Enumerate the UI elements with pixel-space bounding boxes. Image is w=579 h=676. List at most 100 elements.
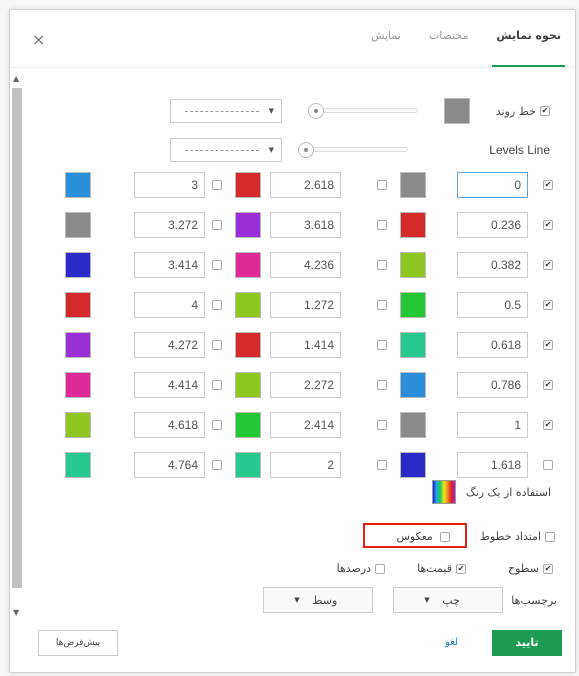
level-value-input[interactable]: 2 (270, 452, 341, 478)
level-value-input[interactable]: 1.618 (457, 452, 528, 478)
level-value-input[interactable]: 0 (457, 172, 528, 198)
level-value-input[interactable]: 3.272 (134, 212, 205, 238)
percents-checkbox[interactable] (375, 563, 386, 574)
single-color-row: استفاده از یک رنگ (431, 480, 551, 504)
level-color-swatch[interactable] (65, 252, 91, 278)
level-checkbox[interactable] (543, 260, 553, 270)
level-value-input[interactable]: 0.786 (457, 372, 528, 398)
level-checkbox[interactable] (543, 380, 553, 390)
level-color-swatch[interactable] (65, 412, 91, 438)
trend-line-color-swatch[interactable] (443, 98, 470, 124)
level-color-swatch[interactable] (400, 452, 426, 478)
trend-line-width-slider[interactable] (307, 103, 418, 119)
level-color-swatch[interactable] (235, 332, 261, 358)
level-value-input[interactable]: 2.414 (270, 412, 341, 438)
labels-horizontal-select[interactable]: ▼ چپ (393, 587, 504, 613)
level-color-swatch[interactable] (65, 332, 91, 358)
level-color-swatch[interactable] (235, 292, 261, 318)
levels-line-style-select[interactable]: ▼ (170, 138, 282, 162)
extend-lines-checkbox[interactable] (545, 531, 555, 542)
level-value-input[interactable]: 3.618 (270, 212, 341, 238)
level-checkbox[interactable] (543, 340, 553, 350)
labels-vertical-select[interactable]: ▼ وسط (263, 587, 374, 613)
single-color-label: استفاده از یک رنگ (465, 485, 551, 499)
level-value-input[interactable]: 3.414 (134, 252, 205, 278)
level-color-swatch[interactable] (235, 212, 261, 238)
scrollbar-thumb[interactable] (12, 88, 22, 588)
level-checkbox[interactable] (543, 300, 553, 310)
level-checkbox[interactable] (377, 460, 387, 470)
level-value-input[interactable]: 0.618 (457, 332, 528, 358)
gradient-palette-icon[interactable] (431, 480, 456, 504)
level-checkbox[interactable] (377, 180, 387, 190)
level-checkbox[interactable] (377, 260, 387, 270)
level-color-swatch[interactable] (65, 452, 91, 478)
tab-coordinates[interactable]: مختصات (415, 10, 483, 67)
level-color-swatch[interactable] (400, 412, 426, 438)
trend-line-style-select[interactable]: ▼ (170, 99, 282, 123)
level-checkbox[interactable] (543, 420, 553, 430)
level-checkbox[interactable] (377, 420, 387, 430)
level-color-swatch[interactable] (400, 252, 426, 278)
level-value-input[interactable]: 4.236 (270, 252, 341, 278)
level-color-swatch[interactable] (65, 292, 91, 318)
level-value-input[interactable]: 0.5 (457, 292, 528, 318)
close-icon[interactable]: × (32, 32, 45, 48)
level-checkbox[interactable] (543, 180, 553, 190)
level-checkbox[interactable] (212, 380, 222, 390)
level-value-input[interactable]: 2.272 (270, 372, 341, 398)
level-value-input[interactable]: 1.272 (270, 292, 341, 318)
levels-line-row: ▼ Levels Line (170, 138, 550, 162)
prices-checkbox[interactable] (455, 563, 466, 574)
level-checkbox[interactable] (212, 220, 222, 230)
level-color-swatch[interactable] (65, 372, 91, 398)
level-value-input[interactable]: 4.618 (134, 412, 205, 438)
level-value-input[interactable]: 2.618 (270, 172, 341, 198)
trend-line-checkbox[interactable] (539, 106, 550, 116)
levels-option-checkbox[interactable] (543, 563, 553, 574)
level-color-swatch[interactable] (65, 212, 91, 238)
level-checkbox[interactable] (377, 220, 387, 230)
level-checkbox[interactable] (212, 460, 222, 470)
level-color-swatch[interactable] (400, 212, 426, 238)
level-color-swatch[interactable] (65, 172, 91, 198)
tab-style[interactable]: نحوه نمایش (482, 10, 575, 67)
scrollbar[interactable]: ▲ ▼ (10, 72, 24, 620)
scroll-down-icon[interactable]: ▼ (13, 609, 19, 617)
level-value-input[interactable]: 4.764 (134, 452, 205, 478)
level-value-input[interactable]: 1.414 (270, 332, 341, 358)
levels-line-width-slider[interactable] (298, 142, 408, 158)
level-color-swatch[interactable] (235, 452, 261, 478)
defaults-button[interactable]: پیش‌فرض‌ها (38, 630, 118, 656)
level-checkbox[interactable] (212, 300, 222, 310)
level-value-input[interactable]: 4.414 (134, 372, 205, 398)
ok-button[interactable]: تایید (492, 630, 562, 656)
level-value-input[interactable]: 0.382 (457, 252, 528, 278)
level-color-swatch[interactable] (400, 372, 426, 398)
level-color-swatch[interactable] (235, 412, 261, 438)
level-checkbox[interactable] (543, 220, 553, 230)
cancel-button[interactable]: لغو (445, 637, 458, 648)
level-value-input[interactable]: 3 (134, 172, 205, 198)
level-checkbox[interactable] (212, 260, 222, 270)
level-checkbox[interactable] (377, 340, 387, 350)
level-value-input[interactable]: 1 (457, 412, 528, 438)
level-checkbox[interactable] (212, 420, 222, 430)
level-checkbox[interactable] (377, 380, 387, 390)
scroll-up-icon[interactable]: ▲ (13, 75, 19, 83)
level-color-swatch[interactable] (400, 292, 426, 318)
level-color-swatch[interactable] (400, 332, 426, 358)
percents-label: درصدها (336, 562, 372, 575)
level-checkbox[interactable] (543, 460, 553, 470)
level-value-input[interactable]: 4 (134, 292, 205, 318)
level-color-swatch[interactable] (235, 172, 261, 198)
level-checkbox[interactable] (212, 180, 222, 190)
level-color-swatch[interactable] (235, 372, 261, 398)
level-checkbox[interactable] (212, 340, 222, 350)
level-color-swatch[interactable] (235, 252, 261, 278)
tab-visibility[interactable]: نمایش (357, 10, 415, 67)
level-color-swatch[interactable] (400, 172, 426, 198)
level-value-input[interactable]: 4.272 (134, 332, 205, 358)
level-checkbox[interactable] (377, 300, 387, 310)
level-value-input[interactable]: 0.236 (457, 212, 528, 238)
